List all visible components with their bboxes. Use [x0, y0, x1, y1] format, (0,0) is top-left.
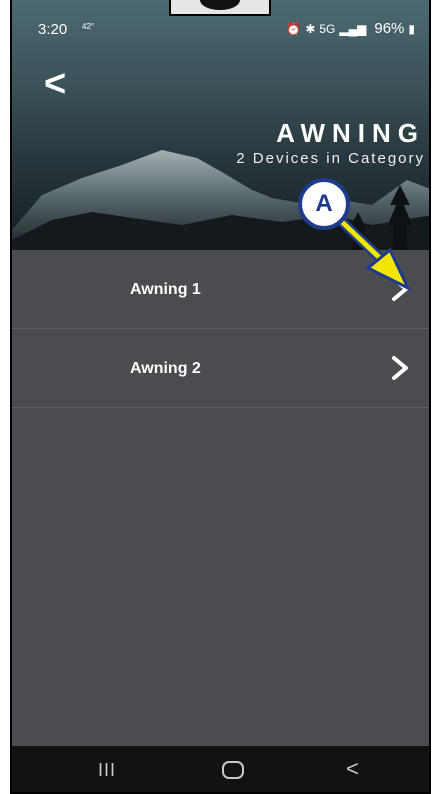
home-icon[interactable]	[222, 761, 244, 779]
nav-back-icon[interactable]: <	[346, 756, 359, 782]
system-nav-bar: III <	[12, 746, 429, 792]
page-tab-decoration	[169, 0, 271, 16]
device-label: Awning 2	[130, 360, 201, 377]
callout-badge-a: A	[298, 178, 350, 230]
recent-apps-icon[interactable]: III	[98, 760, 116, 781]
tab-shape	[200, 0, 240, 10]
app-screen: 3:20 42° ⏰ ✱ 5G ▂▄▆ 96% ▮ < AWNING 2 Dev…	[10, 0, 431, 794]
device-row-awning-2[interactable]: Awning 2	[12, 329, 429, 408]
chevron-right-icon[interactable]	[387, 353, 413, 383]
callout-arrow	[335, 215, 412, 292]
